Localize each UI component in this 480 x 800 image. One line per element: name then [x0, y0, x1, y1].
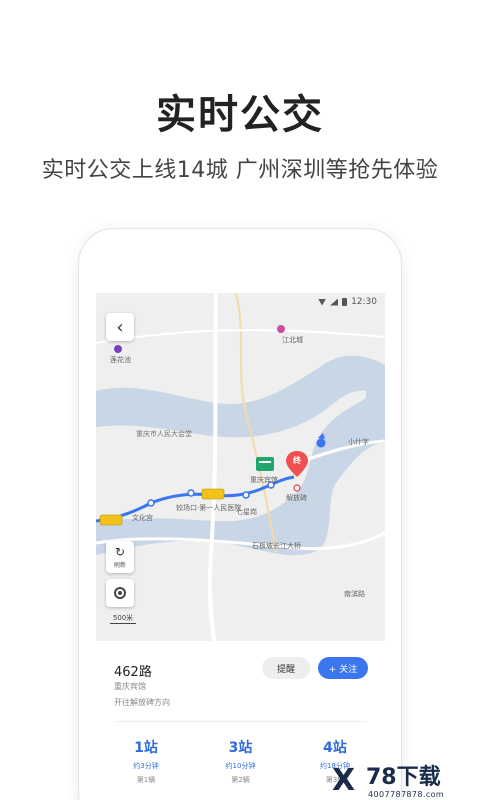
map-label-xiaoshizi: 小什字 [348, 438, 369, 446]
arrival-stops: 1站 [134, 740, 158, 756]
route-name: 462路 [114, 665, 152, 680]
status-time: 12:30 [351, 297, 377, 307]
signal-icon [330, 298, 339, 306]
phone-frame: 12:30 江北城 莲花池 重庆市人民大会堂 小什字 重庆宾馆 解放碑 七星岗 … [78, 228, 402, 800]
arrival-car: 第2辆 [231, 776, 250, 784]
arrival-car: 第1辆 [136, 776, 156, 784]
map-label-wenhuagong: 文化宫 [132, 514, 153, 522]
arrival-stops: 3站 [228, 740, 253, 756]
divider [114, 721, 367, 722]
map-label-jiangbei: 江北城 [282, 336, 303, 344]
chevron-left-icon: ‹ [116, 316, 124, 338]
metro-icon [114, 345, 122, 353]
arrival-time: 约3分钟 [133, 762, 159, 770]
route-stop [147, 499, 155, 507]
arrival-stops: 4站 [323, 740, 347, 756]
locate-icon [114, 587, 126, 599]
metro-icon [277, 325, 285, 333]
remind-button[interactable]: 提醒 [262, 657, 310, 679]
refresh-icon: ↻ [114, 545, 126, 559]
map-label-hotel: 重庆宾馆 [250, 476, 278, 484]
locate-button[interactable] [106, 579, 134, 607]
user-location-dot [316, 438, 326, 448]
bus-icon [201, 488, 225, 500]
follow-button[interactable]: + 关注 [318, 657, 368, 679]
back-button[interactable]: ‹ [106, 313, 134, 341]
map-label-hospital: 较场口·第一人民医院 [176, 504, 242, 512]
end-pin-label: 终 [293, 456, 301, 465]
arrival-time: 约10分钟 [225, 762, 256, 770]
arrival-item[interactable]: 3站 约10分钟 第2辆 [201, 737, 281, 785]
hero-title: 实时公交 [156, 92, 324, 138]
watermark-mark: X [332, 763, 356, 798]
wifi-icon [318, 298, 327, 306]
hero-subtitle: 实时公交上线14城 广州深圳等抢先体验 [41, 158, 439, 183]
map-label-lianhuachi: 莲花池 [110, 356, 131, 364]
route-direction: 开往解放碑方向 [114, 698, 170, 707]
battery-icon [342, 298, 348, 306]
station-icon [256, 457, 274, 471]
watermark-phone: 4007787878.com [368, 790, 445, 799]
route-stop [187, 489, 195, 497]
watermark-logo: X 78下载 4007787878.com [332, 766, 480, 800]
bus-icon [99, 514, 123, 526]
refresh-label: 刷新 [113, 562, 126, 569]
map-scale: 500米 [110, 613, 136, 624]
route-destination: 重庆宾馆 [114, 682, 146, 691]
route-stop [242, 491, 250, 499]
refresh-button[interactable]: ↻ 刷新 [106, 541, 134, 573]
arrival-item[interactable]: 1站 约3分钟 第1辆 [106, 737, 186, 785]
phone-screen: 12:30 江北城 莲花池 重庆市人民大会堂 小什字 重庆宾馆 解放碑 七星岗 … [96, 293, 385, 800]
map-label-jiefangbei: 解放碑 [286, 494, 307, 502]
status-bar: 12:30 [96, 293, 385, 311]
map-label-people-hall: 重庆市人民大会堂 [136, 430, 192, 438]
map-view[interactable]: 12:30 江北城 莲花池 重庆市人民大会堂 小什字 重庆宾馆 解放碑 七星岗 … [96, 293, 385, 641]
map-label-bridge: 石板坡长江大桥 [252, 542, 301, 550]
map-label-nanbin: 南滨路 [344, 590, 365, 598]
map-canvas [96, 293, 385, 641]
watermark-text: 78下载 [366, 765, 441, 790]
